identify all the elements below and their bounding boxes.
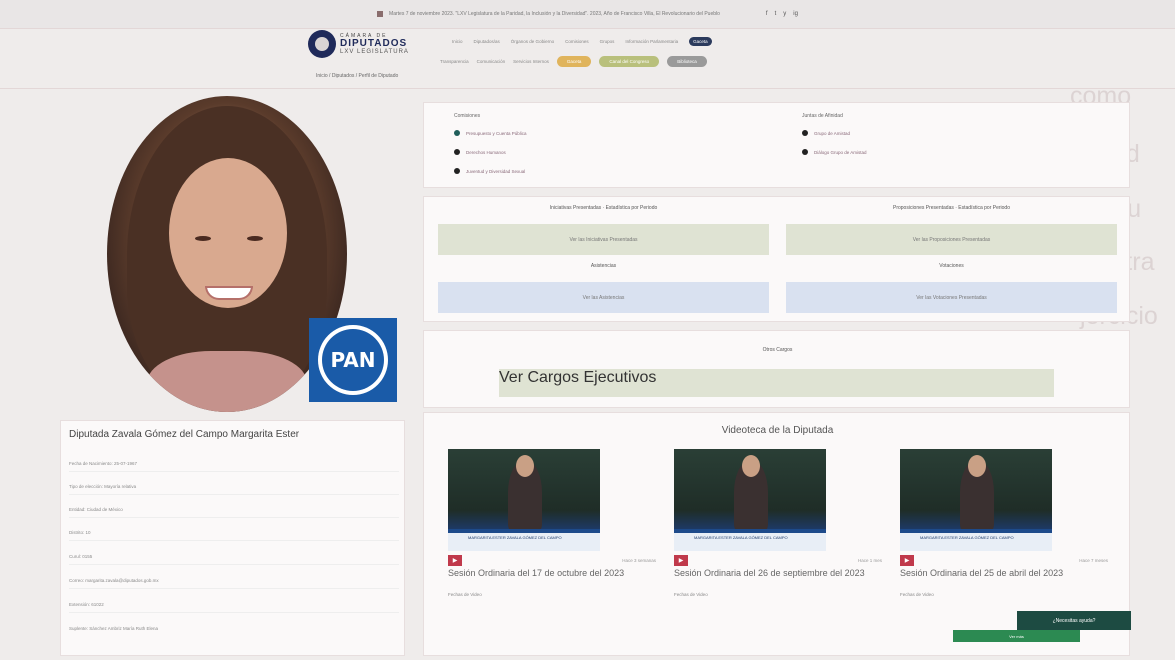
comision-item[interactable]: Juventud y Diversidad Sexual: [454, 168, 525, 174]
profile-row-birth: Fecha de Nacimiento: 25-07-1967: [69, 461, 399, 472]
video-date: Hace 7 meses: [1079, 558, 1108, 563]
nav-item-organos[interactable]: Órganos de Gobierno: [511, 39, 554, 44]
bullet-icon: [454, 149, 460, 155]
comisiones-panel: Comisiones Juntas de Afinidad Presupuest…: [423, 102, 1130, 188]
juntas-title: Juntas de Afinidad: [802, 113, 843, 119]
nav-item-informacion[interactable]: Información Parlamentaria: [625, 39, 678, 44]
profile-row-entity: Entidad: Ciudad de México: [69, 507, 399, 518]
video-publisher: Fechas de Video: [900, 592, 934, 598]
votaciones-title: Votaciones: [939, 263, 964, 269]
profile-row-district: Distrito: 10: [69, 530, 399, 541]
nav-pill-gaceta[interactable]: Gaceta: [689, 37, 712, 46]
top-bar: Martes 7 de noviembre 2023. "LXV Legisla…: [0, 0, 1175, 28]
video-thumbnail[interactable]: MARGARITA ESTER ZAVALA GÓMEZ DEL CAMPO: [900, 449, 1052, 551]
profile-row-extension: Extensión: 61022: [69, 602, 399, 613]
cargos-button[interactable]: Ver Cargos Ejecutivos: [499, 369, 1054, 397]
iniciativas-button[interactable]: Ver las Iniciativas Presentadas: [438, 224, 769, 255]
nav-item-diputados[interactable]: Diputados/as: [474, 39, 500, 44]
party-logo: PAN: [309, 318, 397, 402]
video-date: Hace 1 mes: [857, 558, 882, 563]
facebook-icon[interactable]: f: [766, 11, 768, 17]
profile-row-suplente: Suplente: Sánchez Ambriz María Ruth Elen…: [69, 626, 159, 631]
bullet-icon: [802, 149, 808, 155]
votaciones-button[interactable]: Ver las Votaciones Presentadas: [786, 282, 1117, 313]
video-caption: MARGARITA ESTER ZAVALA GÓMEZ DEL CAMPO: [674, 529, 826, 551]
deputy-name: Diputada Zavala Gómez del Campo Margarit…: [69, 429, 300, 440]
video-card[interactable]: MARGARITA ESTER ZAVALA GÓMEZ DEL CAMPO ▶…: [900, 449, 1108, 597]
video-thumbnail[interactable]: MARGARITA ESTER ZAVALA GÓMEZ DEL CAMPO: [674, 449, 826, 551]
nav-item-comisiones[interactable]: Comisiones: [565, 39, 589, 44]
twitter-icon[interactable]: t: [775, 11, 777, 17]
social-icons: f t y ig: [766, 11, 798, 17]
help-button[interactable]: ¿Necesitas ayuda?: [1017, 611, 1131, 630]
video-publisher: Fechas de Video: [448, 592, 482, 598]
junta-item[interactable]: Diálogo Grupo de Amistad: [802, 149, 867, 155]
site-logo[interactable]: CÁMARA DE DIPUTADOS LXV LEGISLATURA: [308, 30, 409, 58]
help-bar[interactable]: Ver más: [953, 630, 1080, 642]
nav-item-transparencia[interactable]: Transparencia: [440, 59, 469, 64]
comision-item[interactable]: Derechos Humanos: [454, 149, 506, 155]
asistencias-title: Asistencias: [590, 263, 617, 269]
junta-item[interactable]: Grupo de Amistad: [802, 130, 850, 136]
video-title[interactable]: Sesión Ordinaria del 26 de septiembre de…: [674, 568, 882, 578]
logo-sub-text: LXV LEGISLATURA: [340, 48, 409, 55]
bullet-icon: [454, 168, 460, 174]
actividad-panel: Iniciativas Presentadas · Estadística po…: [423, 196, 1130, 322]
profile-row-election: Tipo de elección: Mayoría relativa: [69, 484, 399, 495]
cargos-panel: Otros Cargos Ver Cargos Ejecutivos: [423, 330, 1130, 408]
pill-biblioteca[interactable]: Biblioteca: [667, 56, 707, 67]
video-card[interactable]: MARGARITA ESTER ZAVALA GÓMEZ DEL CAMPO ▶…: [448, 449, 656, 597]
video-card[interactable]: MARGARITA ESTER ZAVALA GÓMEZ DEL CAMPO ▶…: [674, 449, 882, 597]
instagram-icon[interactable]: ig: [793, 11, 798, 17]
party-logo-text: PAN: [322, 329, 384, 391]
asistencias-button[interactable]: Ver las Asistencias: [438, 282, 769, 313]
bullet-icon: [454, 130, 460, 136]
profile-row-email[interactable]: Correo: margarita.zavala@diputados.gob.m…: [69, 578, 399, 589]
proposiciones-button[interactable]: Ver las Proposiciones Presentadas: [786, 224, 1117, 255]
video-caption: MARGARITA ESTER ZAVALA GÓMEZ DEL CAMPO: [448, 529, 600, 551]
videoteca-title: Videoteca de la Diputada: [721, 425, 834, 436]
profile-card: Diputada Zavala Gómez del Campo Margarit…: [60, 420, 405, 656]
video-date: Hace 3 semanas: [622, 558, 656, 563]
logo-main-text: DIPUTADOS: [340, 37, 408, 49]
pill-canal[interactable]: Canal del Congreso: [599, 56, 660, 67]
top-bar-text: Martes 7 de noviembre 2023. "LXV Legisla…: [389, 11, 720, 17]
video-publisher: Fechas de Video: [674, 592, 708, 598]
pill-gaceta[interactable]: Gaceta: [556, 56, 592, 67]
nav-item-inicio[interactable]: Inicio: [452, 39, 463, 44]
video-title[interactable]: Sesión Ordinaria del 17 de octubre del 2…: [448, 568, 656, 578]
bullet-icon: [802, 130, 808, 136]
play-icon[interactable]: ▶: [674, 555, 688, 566]
video-thumbnail[interactable]: MARGARITA ESTER ZAVALA GÓMEZ DEL CAMPO: [448, 449, 600, 551]
play-icon[interactable]: ▶: [900, 555, 914, 566]
nav-item-servicios[interactable]: Servicios Internos: [513, 59, 549, 64]
play-icon[interactable]: ▶: [448, 555, 462, 566]
calendar-icon: [377, 11, 384, 17]
comisiones-title: Comisiones: [454, 113, 481, 119]
profile-row-curul: Curul: 0155: [69, 554, 399, 565]
nav-item-comunicacion[interactable]: Comunicación: [477, 59, 506, 64]
video-caption: MARGARITA ESTER ZAVALA GÓMEZ DEL CAMPO: [900, 529, 1052, 551]
logo-seal-icon: [308, 30, 336, 58]
video-title[interactable]: Sesión Ordinaria del 25 de abril del 202…: [900, 568, 1108, 578]
secondary-nav: Transparencia Comunicación Servicios Int…: [440, 56, 707, 67]
breadcrumb[interactable]: Inicio / Diputados / Perfil de Diputado: [316, 73, 398, 79]
cargos-title: Otros Cargos: [762, 347, 793, 353]
nav-item-grupos[interactable]: Grupos: [600, 39, 615, 44]
primary-nav: Inicio Diputados/as Órganos de Gobierno …: [452, 37, 712, 46]
proposiciones-title: Proposiciones Presentadas · Estadística …: [892, 205, 1010, 211]
youtube-icon[interactable]: y: [783, 11, 786, 17]
comision-item[interactable]: Presupuesto y Cuenta Pública: [454, 130, 527, 136]
iniciativas-title: Iniciativas Presentadas · Estadística po…: [549, 205, 658, 211]
